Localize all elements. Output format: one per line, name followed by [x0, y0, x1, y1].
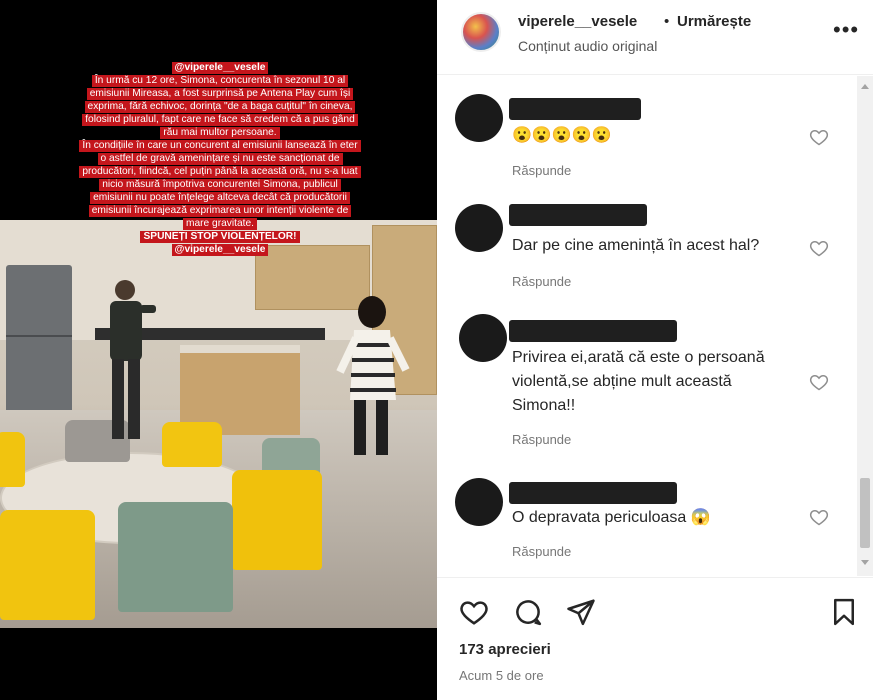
heart-icon[interactable]	[809, 507, 829, 527]
reply-button[interactable]: Răspunde	[512, 432, 571, 447]
post-media[interactable]: @viperele__vesele În urmă cu 12 ore, Sim…	[0, 0, 437, 700]
likes-count[interactable]: 173 aprecieri	[459, 641, 551, 658]
caption-line: folosind pluralul, fapt care ne face să …	[82, 114, 358, 126]
caption-line: exprima, fără echivoc, dorința "de a bag…	[84, 101, 356, 113]
comment-icon[interactable]	[513, 597, 543, 627]
comment-username-redacted[interactable]	[509, 204, 647, 226]
scrollbar-thumb[interactable]	[860, 478, 870, 548]
follow-button[interactable]: Urmărește	[677, 13, 751, 30]
caption-line: @viperele__vesele	[171, 244, 269, 256]
more-horizontal-icon[interactable]: •••	[833, 19, 859, 41]
post-video-frame	[0, 220, 437, 628]
post-caption-overlay: @viperele__vesele În urmă cu 12 ore, Sim…	[45, 62, 395, 257]
post-actions: 173 aprecieri Acum 5 de ore	[437, 577, 873, 700]
person-man	[110, 280, 156, 439]
heart-icon[interactable]	[809, 372, 829, 392]
comment-text-line: Privirea ei,arată că este o persoană	[512, 349, 765, 366]
heart-icon[interactable]	[459, 597, 489, 627]
caption-line: emisiunii nu poate înțelege altceva decâ…	[90, 192, 350, 204]
audio-link[interactable]: Conținut audio original	[518, 38, 657, 54]
comment-avatar[interactable]	[455, 478, 503, 526]
username-link[interactable]: viperele__vesele	[518, 13, 637, 30]
scroll-up-icon[interactable]	[861, 84, 869, 89]
post-timestamp[interactable]: Acum 5 de ore	[459, 668, 544, 683]
heart-icon[interactable]	[809, 238, 829, 258]
chair-sage	[118, 502, 233, 612]
caption-line: nicio măsură împotriva concurentei Simon…	[99, 179, 341, 191]
caption-line: mare gravitate.	[183, 218, 257, 230]
comment-text: Dar pe cine amenință în acest hal?	[512, 237, 760, 254]
comment-text-line: Simona!!	[512, 397, 576, 414]
chair-yellow	[0, 510, 95, 620]
reply-button[interactable]: Răspunde	[512, 274, 571, 289]
caption-line: @viperele__vesele	[171, 62, 269, 74]
comment-avatar[interactable]	[455, 204, 503, 252]
chair-yellow	[162, 422, 222, 467]
comment-text: O depravata periculoasa 😱	[512, 509, 711, 526]
comments-scrollbar[interactable]	[857, 76, 873, 576]
bookmark-icon[interactable]	[829, 597, 859, 627]
comment-text-line: violentă,se abține mult această	[512, 373, 732, 390]
caption-line: SPUNEȚI STOP VIOLENȚELOR!	[140, 231, 300, 243]
caption-line: producători, fiindcă, cel puțin până la …	[79, 166, 361, 178]
comment-username-redacted[interactable]	[509, 482, 677, 504]
post-header: viperele__vesele • Urmărește Conținut au…	[437, 0, 873, 75]
post-sidebar: viperele__vesele • Urmărește Conținut au…	[437, 0, 873, 700]
comment-username-redacted[interactable]	[509, 98, 641, 120]
caption-line: În urmă cu 12 ore, Simona, concurenta în…	[91, 75, 349, 87]
person-woman	[336, 296, 410, 455]
comment-avatar[interactable]	[459, 314, 507, 362]
caption-line: emisiunii încurajează exprimarea unor in…	[88, 205, 352, 217]
caption-line: rău mai multor persoane.	[160, 127, 280, 139]
comment-username-redacted[interactable]	[509, 320, 677, 342]
comment-text: 😮😮😮😮😮	[512, 127, 612, 144]
caption-line: emisiunii Mireasa, a fost surprinsă pe A…	[86, 88, 354, 100]
share-icon[interactable]	[566, 597, 596, 627]
avatar[interactable]	[461, 12, 501, 52]
scroll-down-icon[interactable]	[861, 560, 869, 565]
chair-yellow	[0, 432, 25, 487]
comments-list[interactable]: 😮😮😮😮😮 Răspunde Dar pe cine amenință în a…	[437, 76, 857, 576]
heart-icon[interactable]	[809, 127, 829, 147]
separator: •	[664, 13, 670, 30]
chair-yellow	[232, 470, 322, 570]
caption-line: În condițiile în care un concurent al em…	[79, 140, 361, 152]
reply-button[interactable]: Răspunde	[512, 163, 571, 178]
comment-avatar[interactable]	[455, 94, 503, 142]
caption-line: o astfel de gravă amenințare și nu este …	[97, 153, 343, 165]
reply-button[interactable]: Răspunde	[512, 544, 571, 559]
